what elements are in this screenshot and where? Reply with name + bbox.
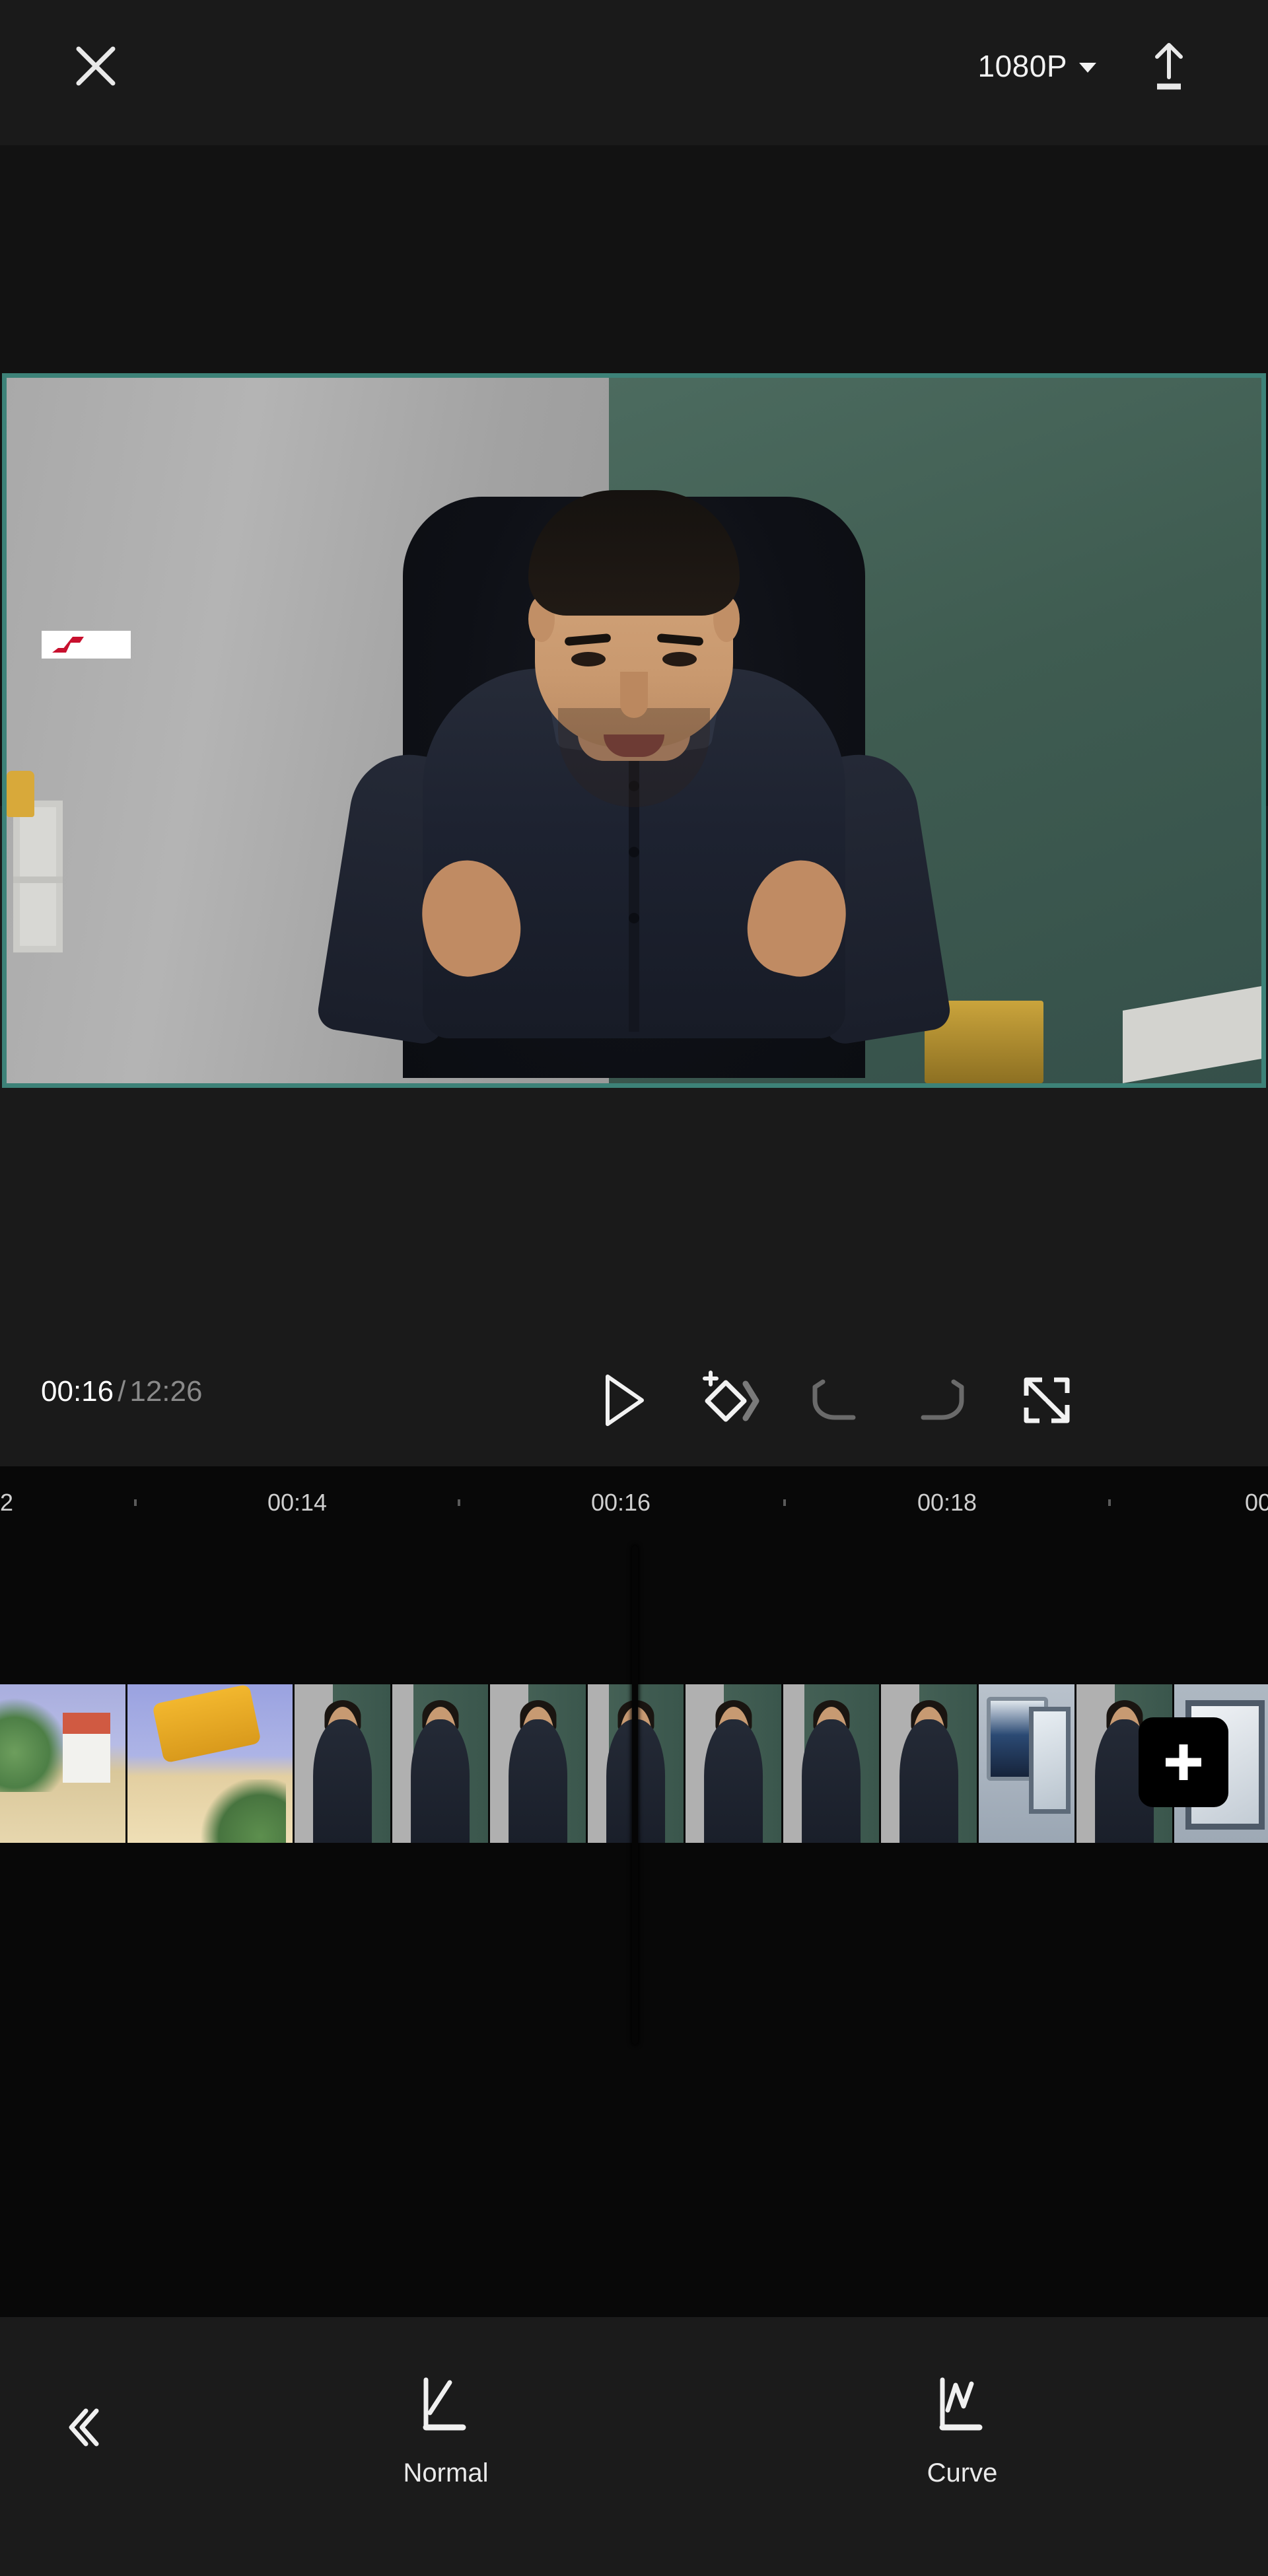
eye-right	[662, 652, 697, 666]
timeline-clip-thumbnail[interactable]	[686, 1684, 781, 1843]
ruler-tick-label: 2	[0, 1489, 14, 1516]
thumb-body	[508, 1719, 568, 1843]
plus-icon	[1166, 1744, 1201, 1780]
add-keyframe-icon[interactable]	[687, 1361, 773, 1440]
current-time: 00:16	[41, 1375, 114, 1408]
cartoon-bus-jump	[127, 1684, 293, 1843]
resolution-label: 1080P	[977, 49, 1067, 83]
thumb-body	[703, 1719, 763, 1843]
hair	[528, 490, 740, 616]
curve-speed-icon	[926, 2371, 999, 2441]
timeline-clip-thumbnail[interactable]	[127, 1684, 293, 1843]
timeline-clip-thumbnail[interactable]	[783, 1684, 879, 1843]
bottom-toolbar	[0, 2317, 1268, 2576]
ruler-tick-mark	[458, 1499, 460, 1506]
brand-logo-z	[42, 631, 131, 659]
fullscreen-icon[interactable]	[1004, 1361, 1090, 1440]
tool-normal[interactable]: Normal	[347, 2371, 545, 2486]
plant-prop	[7, 771, 34, 817]
redo-icon[interactable]	[898, 1361, 984, 1440]
timeline-clip-thumbnail[interactable]	[295, 1684, 390, 1843]
ruler-tick-label: 00:18	[917, 1489, 977, 1516]
time-separator: /	[118, 1375, 126, 1408]
add-clip-button[interactable]	[1139, 1717, 1228, 1807]
timeline-clip-thumbnail[interactable]	[979, 1684, 1074, 1843]
playback-icons	[581, 1361, 1215, 1440]
shelf-prop	[13, 801, 63, 952]
person-subject	[315, 444, 953, 1047]
tool-curve[interactable]: Curve	[863, 2371, 1061, 2486]
eyebrow-left	[564, 633, 612, 647]
talking-head-2	[392, 1684, 488, 1843]
thumb-body	[410, 1719, 470, 1843]
thumb-body	[312, 1719, 372, 1843]
shirt-button	[629, 847, 639, 857]
ruler-tick-mark	[783, 1499, 786, 1506]
undo-icon[interactable]	[792, 1361, 878, 1440]
ruler-tick-mark	[1108, 1499, 1111, 1506]
video-editor-screen: 1080P 00:16 / 12:26 2 00:14 00:16 00:18 …	[0, 0, 1268, 2576]
ruler-tick-mark	[134, 1499, 137, 1506]
talking-head-1	[295, 1684, 390, 1843]
talking-head-7	[881, 1684, 977, 1843]
talking-head-5	[686, 1684, 781, 1843]
video-preview[interactable]	[2, 373, 1266, 1088]
studio-monitor	[979, 1684, 1074, 1843]
play-icon[interactable]	[581, 1361, 667, 1440]
close-icon[interactable]	[69, 40, 122, 92]
ruler-tick-label: 00:14	[267, 1489, 328, 1516]
chevron-double-left-icon[interactable]	[46, 2391, 119, 2464]
top-bar: 1080P	[0, 0, 1268, 145]
timecode-display: 00:16/12:26	[41, 1377, 202, 1406]
ruler-tick-label: 00	[1244, 1489, 1268, 1516]
talking-head-6	[783, 1684, 879, 1843]
thumb-body	[801, 1719, 861, 1843]
tool-normal-label: Normal	[403, 2458, 489, 2487]
tool-curve-label: Curve	[927, 2458, 998, 2487]
thumb-body	[899, 1719, 959, 1843]
preview-video-frame	[7, 378, 1261, 1083]
timeline-clip-thumbnail[interactable]	[392, 1684, 488, 1843]
talking-head-3	[490, 1684, 586, 1843]
export-upload-icon[interactable]	[1139, 36, 1199, 96]
preview-stage	[0, 145, 1268, 1088]
eyebrow-right	[656, 633, 704, 647]
resolution-selector[interactable]: 1080P	[971, 40, 1103, 92]
nose	[620, 672, 648, 718]
chevron-down-icon	[1079, 62, 1096, 73]
timeline-clip-thumbnail[interactable]	[881, 1684, 977, 1843]
playhead[interactable]	[632, 1546, 638, 2044]
timeline-clip-thumbnail[interactable]	[0, 1684, 125, 1843]
cartoon-school-bus-hill	[0, 1684, 125, 1843]
shirt-button	[629, 913, 639, 923]
linear-speed-icon	[409, 2371, 482, 2441]
eye-left	[571, 652, 606, 666]
timeline-ruler[interactable]: 2 00:14 00:16 00:18 00	[0, 1466, 1268, 1546]
total-time: 12:26	[129, 1375, 203, 1408]
timeline-clip-thumbnail[interactable]	[490, 1684, 586, 1843]
ruler-tick-label: 00:16	[590, 1489, 651, 1516]
